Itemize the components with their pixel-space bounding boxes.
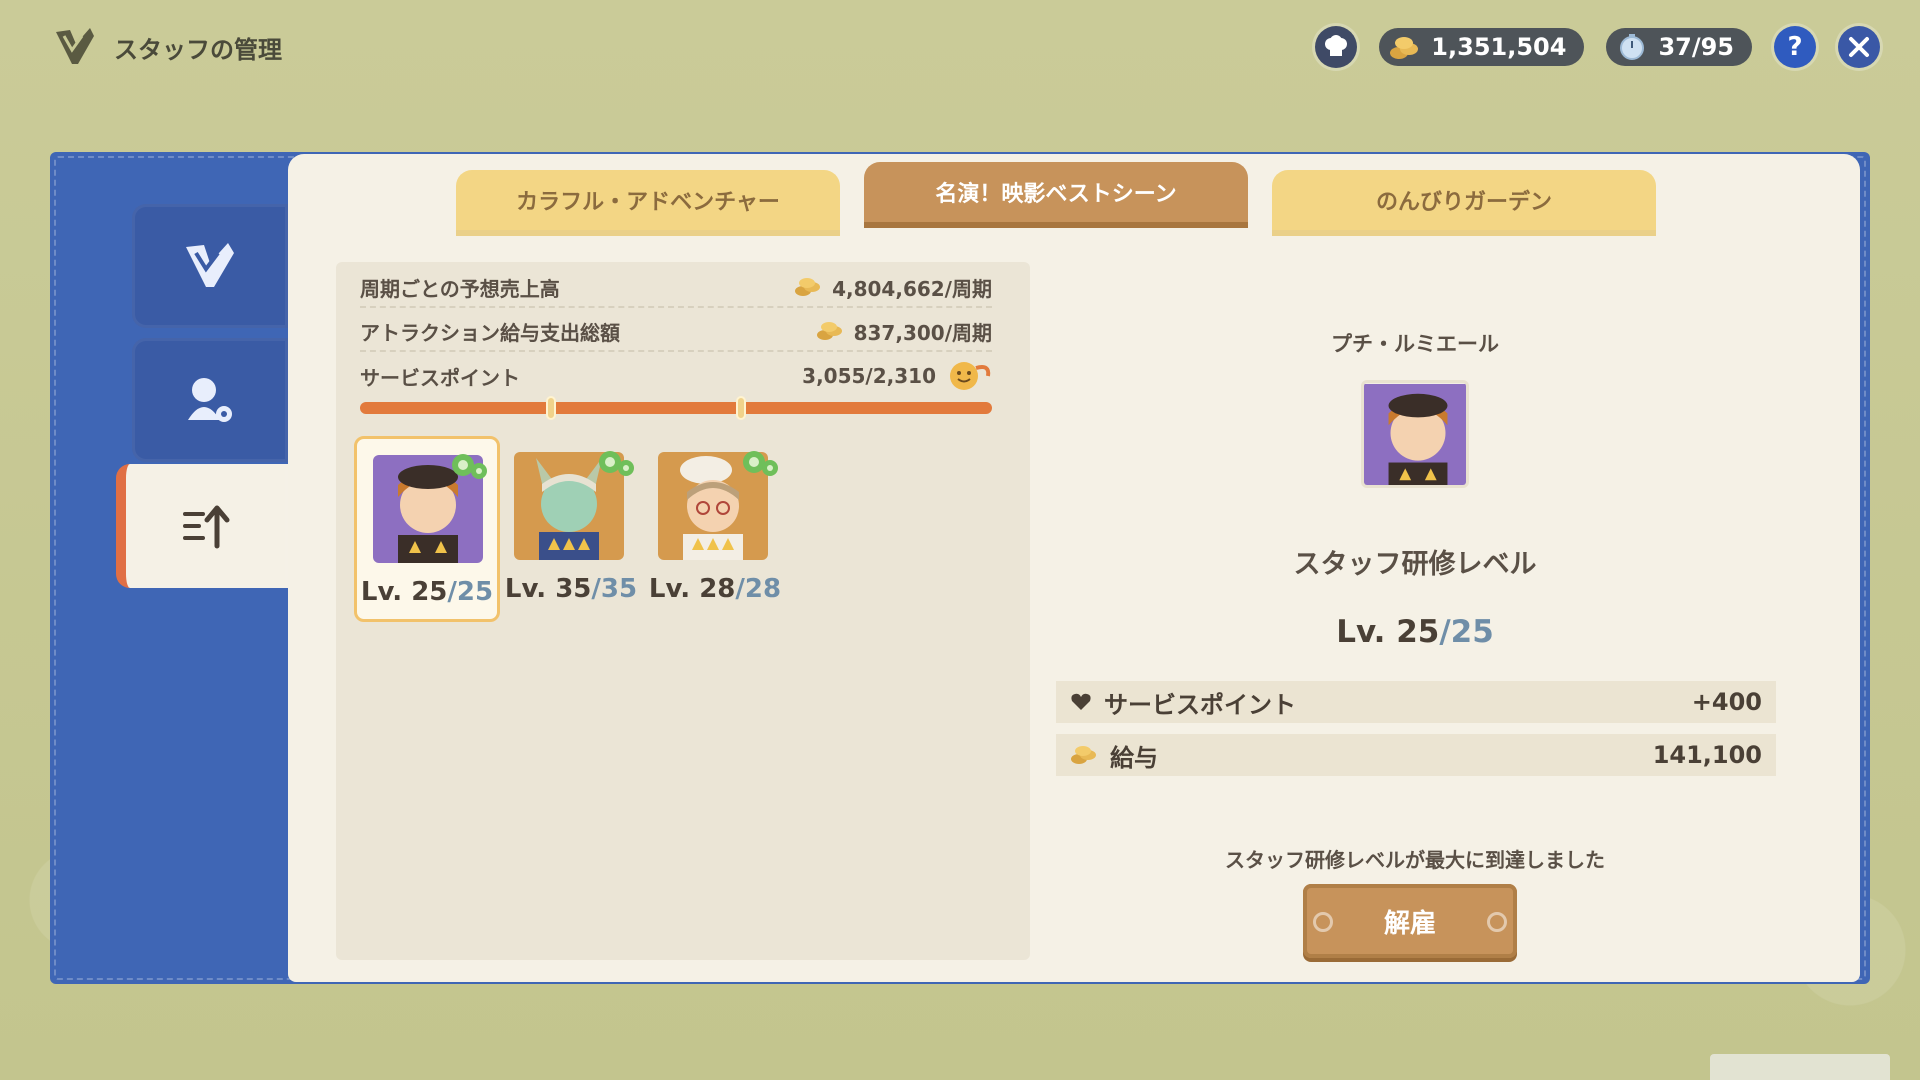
character-avatar [1364,383,1466,485]
staff-level-current: Lv. 28 [648,574,736,604]
service-point-label-wrap: サービスポイント [1070,685,1296,720]
staff-tag-icon [186,243,234,287]
staff-card[interactable]: Lv. 35/35 [498,436,644,622]
help-button[interactable]: ? [1774,26,1816,68]
max-level-message: スタッフ研修レベルが最大に到達しました [1225,848,1605,872]
staff-level: Lv. 25/25 [357,577,497,607]
coin-value: 1,351,504 [1431,33,1567,61]
close-icon [1849,37,1869,57]
coin-icon [1071,746,1096,764]
staff-level-max: /25 [447,577,494,607]
salary-label-wrap: 給与 [1070,738,1158,773]
sales-value: 4,804,662/周期 [832,276,992,301]
person-gear-icon [188,378,232,422]
service-points-label: サービスポイント [360,365,520,390]
ticket-value: 37/95 [1658,33,1734,61]
salary-total-value: 837,300/周期 [853,320,992,345]
staff-card[interactable]: Lv. 28/28 [642,436,788,622]
corner-bar [1710,1054,1890,1080]
staff-manage-icon [56,28,94,64]
dismiss-button-label: 解雇 [1383,908,1436,939]
top-bar: スタッフの管理 1,351,504 37/95 ? [0,0,1920,95]
chef-hat-button[interactable] [1315,26,1358,68]
close-button[interactable] [1838,26,1880,68]
heart-icon [1071,693,1091,710]
service-point-label: サービスポイント [1104,690,1296,719]
dismiss-button[interactable]: 解雇 [1303,884,1517,958]
progress-marker [736,396,746,420]
training-level-title: スタッフ研修レベル [1293,549,1537,580]
training-level-current: Lv. 25 [1336,614,1440,650]
page-title: スタッフの管理 [114,35,282,64]
title-area: スタッフの管理 [52,26,282,68]
salary-value: 141,100 [1652,741,1762,769]
service-point-bonus-row: サービスポイント +400 [1056,681,1776,723]
service-progress-bar [360,396,992,420]
attraction-panel: 周期ごとの予想売上高 4,804,662/周期 アトラクション給与支出総額 83… [336,262,1030,960]
staff-level: Lv. 28/28 [642,574,788,604]
ticket-counter: 37/95 [1606,28,1752,66]
coin-stack-icon [1390,37,1419,59]
staff-level-current: Lv. 35 [504,574,592,604]
tab-label: のんびりガーデン [1375,190,1552,215]
character-name: プチ・ルミエール [1331,332,1499,356]
service-points-value: 3,055/2,310 [802,364,936,388]
staff-level: Lv. 35/35 [498,574,644,604]
staff-level-max: /35 [591,574,638,604]
training-level-max: /25 [1439,614,1494,650]
smile-face-icon [950,362,991,390]
tab-label: カラフル・アドベンチャー [516,190,780,215]
sales-row: 周期ごとの予想売上高 4,804,662/周期 [360,268,992,308]
sales-label: 周期ごとの予想売上高 [360,276,560,301]
sales-value-wrap: 4,804,662/周期 [794,273,992,302]
staff-card[interactable]: Lv. 25/25 [354,436,500,622]
sidebar-tab-staff-settings[interactable] [132,338,288,462]
progress-marker [546,396,556,420]
sidebar-tab-staff[interactable] [132,204,288,328]
salary-total-row: アトラクション給与支出総額 837,300/周期 [360,312,992,352]
coin-counter: 1,351,504 [1379,28,1585,66]
service-points-row: サービスポイント 3,055/2,310 [360,356,992,396]
tab-label: 名演！映影ベストシーン [935,182,1177,207]
gear-icon [452,454,487,479]
character-portrait [1361,380,1469,488]
gear-icon [743,451,778,476]
tab-best-scene[interactable]: 名演！映影ベストシーン [864,162,1248,228]
service-point-bonus: +400 [1691,688,1762,716]
stopwatch-icon [1620,34,1645,60]
tab-nonbiri-garden[interactable]: のんびりガーデン [1272,170,1656,236]
chef-hat-icon [1325,35,1348,56]
training-level-value: Lv. 25/25 [1200,614,1630,650]
top-right-controls: 1,351,504 37/95 ? [1315,26,1880,68]
coin-icon [816,322,842,340]
tab-colorful-adventure[interactable]: カラフル・アドベンチャー [456,170,840,236]
level-up-icon [183,505,230,549]
sidebar-tab-training[interactable] [116,464,288,588]
staff-level-current: Lv. 25 [360,577,448,607]
question-icon: ? [1787,32,1803,62]
service-points-value-wrap: 3,055/2,310 [802,358,992,394]
salary-row: 給与 141,100 [1056,734,1776,776]
salary-total-value-wrap: 837,300/周期 [816,317,992,346]
staff-level-max: /28 [735,574,782,604]
gear-icon [599,451,634,476]
coin-icon [795,278,821,296]
salary-label: 給与 [1110,743,1158,772]
salary-total-label: アトラクション給与支出総額 [360,320,620,345]
